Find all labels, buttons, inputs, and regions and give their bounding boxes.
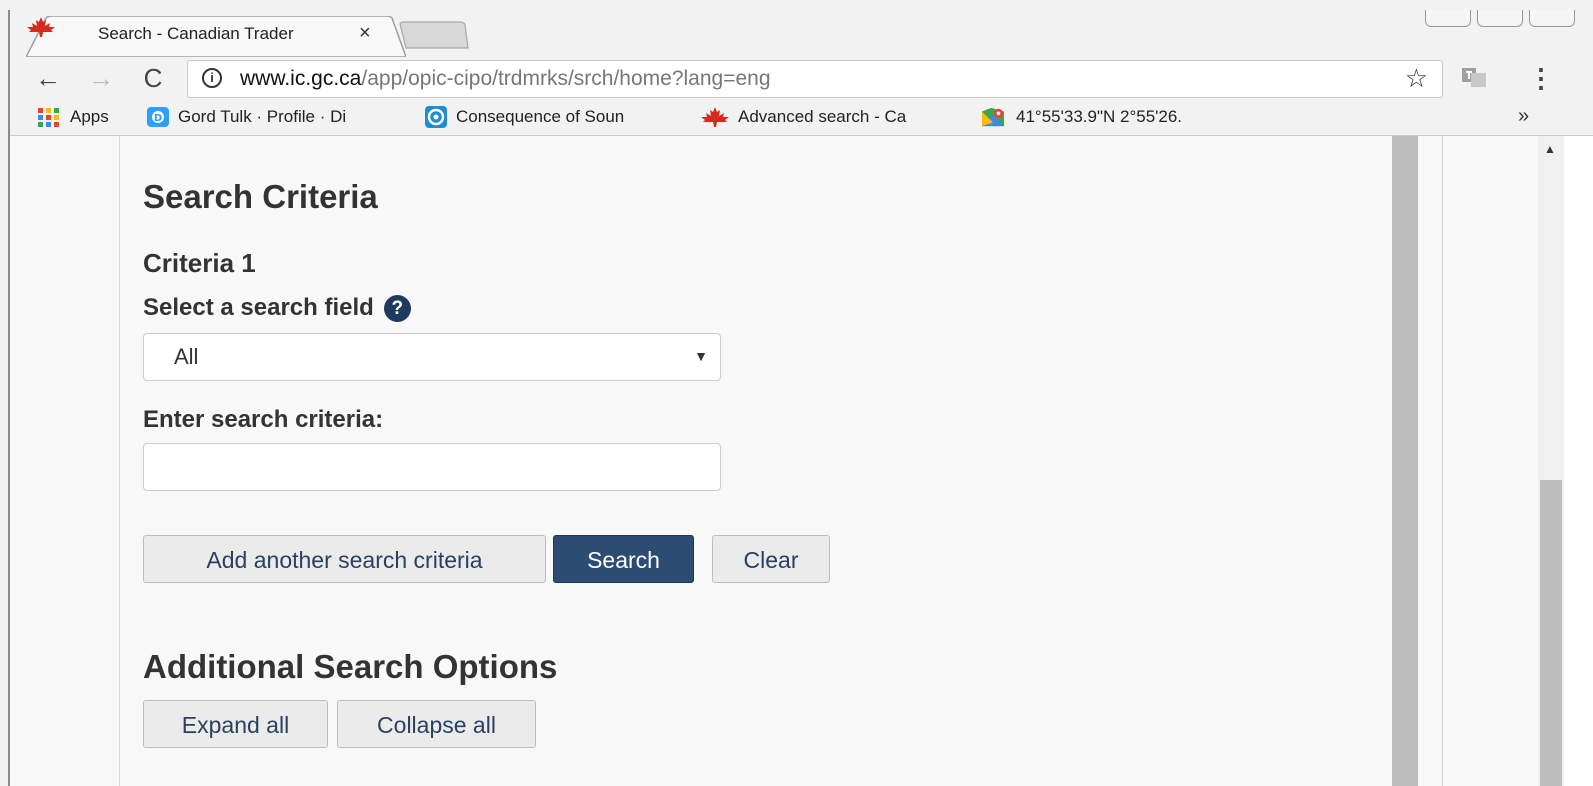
search-field-select[interactable]: All ▼ [143, 333, 721, 381]
bookmark-label: Apps [70, 107, 109, 126]
chevron-down-icon: ▼ [694, 348, 708, 364]
maps-icon [982, 107, 1004, 127]
svg-text:D: D [154, 113, 162, 124]
criteria-label: Enter search criteria: [143, 406, 383, 434]
back-button[interactable]: ← [32, 63, 64, 94]
additional-options-title: Additional Search Options [143, 648, 558, 685]
page-scrollbar[interactable]: ▲ [1538, 136, 1564, 786]
bookmark-advanced-search[interactable]: Advanced search - Ca [700, 106, 950, 128]
inner-scrollbar[interactable] [1392, 136, 1418, 786]
criteria-label-text: Enter search criteria: [143, 406, 384, 433]
window-controls [1419, 10, 1575, 28]
maximize-button[interactable] [1477, 10, 1523, 27]
forward-button[interactable]: → [85, 63, 117, 94]
bookmark-star-icon[interactable]: ☆ [1405, 63, 1428, 94]
browser-tab[interactable]: Search - Canadian Trader × [26, 16, 406, 57]
browser-toolbar: ← → C i www.ic.gc.ca/app/opic-cipo/trdmr… [10, 57, 1593, 101]
menu-icon[interactable]: ⋮ [1528, 63, 1554, 94]
add-criteria-button[interactable]: Add another search criteria [143, 535, 546, 583]
new-tab-button[interactable] [398, 20, 470, 50]
help-icon[interactable]: ? [383, 294, 411, 322]
bookmark-apps[interactable]: Apps [36, 106, 109, 128]
select-value: All [174, 344, 199, 369]
reload-button[interactable]: C [137, 63, 169, 94]
bookmarks-bar: Apps D Gord Tulk · Profile · Di Conseque… [10, 101, 1593, 136]
collapse-all-button[interactable]: Collapse all [337, 700, 536, 748]
bookmark-label: Consequence of Soun [456, 107, 625, 126]
tab-close-icon[interactable]: × [359, 22, 371, 45]
bookmark-gord-tulk[interactable]: D Gord Tulk · Profile · Di [146, 106, 394, 128]
expand-all-button[interactable]: Expand all [143, 700, 328, 748]
apps-grid-icon [38, 108, 59, 127]
window-edge [1564, 136, 1593, 786]
page-title: Search Criteria [143, 178, 378, 215]
screen: Search - Canadian Trader × ← → C i www.i… [0, 0, 1593, 786]
consequence-icon [425, 106, 447, 128]
tab-title: Search - Canadian Trader [98, 24, 294, 43]
scrollbar-thumb[interactable] [1540, 480, 1562, 786]
url-path: /app/opic-cipo/trdmrks/srch/home?lang=en… [361, 67, 771, 90]
content-divider [119, 136, 120, 786]
bookmarks-overflow-icon[interactable]: » [1518, 105, 1529, 128]
bookmark-label: Gord Tulk · Profile · Di [178, 107, 347, 126]
url-text: www.ic.gc.ca/app/opic-cipo/trdmrks/srch/… [240, 67, 771, 91]
disqus-icon: D [147, 107, 169, 127]
search-criteria-input[interactable] [143, 443, 721, 491]
bookmark-label: 41°55'33.9"N 2°55'26. [1016, 107, 1183, 126]
bookmark-label: Advanced search - Ca [738, 107, 907, 126]
clear-button[interactable]: Clear [712, 535, 830, 583]
close-window-button[interactable] [1529, 10, 1575, 27]
content-divider [1442, 136, 1443, 786]
search-field-label: Select a search field ? [143, 294, 411, 322]
address-bar[interactable]: i www.ic.gc.ca/app/opic-cipo/trdmrks/src… [187, 60, 1443, 98]
search-field-label-text: Select a search field [143, 294, 374, 321]
maple-leaf-icon [701, 107, 729, 127]
bookmark-consequence[interactable]: Consequence of Soun [424, 106, 670, 128]
url-host: www.ic.gc.ca [240, 67, 362, 90]
minimize-button[interactable] [1425, 10, 1471, 27]
info-icon[interactable]: i [202, 68, 222, 88]
scroll-up-icon[interactable]: ▲ [1544, 142, 1556, 156]
search-button[interactable]: Search [553, 535, 694, 583]
extension-icon[interactable] [1460, 65, 1488, 89]
page-viewport: Search Criteria Criteria 1 Select a sear… [10, 136, 1538, 786]
criteria-heading: Criteria 1 [143, 248, 256, 278]
maple-leaf-icon [27, 17, 55, 37]
bookmark-maps[interactable]: 41°55'33.9"N 2°55'26. [978, 106, 1228, 128]
